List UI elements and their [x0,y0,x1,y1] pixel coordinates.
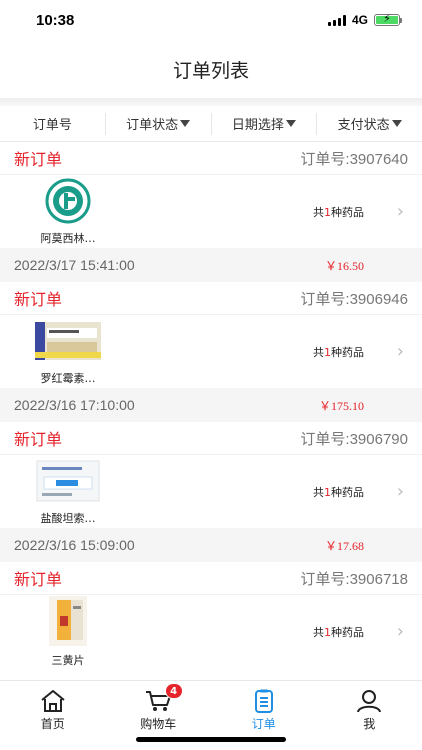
status-indicators: 4G ⚡ [327,12,402,27]
goods-item: 阿莫西林… [28,178,108,246]
order-status: 新订单 [14,570,63,589]
tab-label: 订单 [251,717,276,731]
status-bar: 10:38 4G ⚡ [0,0,422,40]
battery-icon: ⚡ [374,12,400,26]
order-header: 新订单 订单号:3906790 [0,422,422,454]
order-time: 2022/3/16 15:09:00 [14,537,135,553]
order-price: ￥175.10 [318,398,364,413]
dropdown-triangle-icon [391,120,402,127]
order-time: 2022/3/16 17:10:00 [14,397,135,413]
tab-me[interactable]: 我 [317,681,422,750]
product-name: 罗红霉素… [40,371,96,385]
home-indicator [136,737,286,742]
product-thumbnail [35,458,101,504]
order-number: 订单号:3906946 [300,290,408,308]
order-footer: 2022/3/17 15:41:00 ￥16.50 [0,248,422,282]
chevron-right-icon: › [396,200,404,222]
order-header: 新订单 订单号:3906946 [0,282,422,314]
order-item-row[interactable]: 盐酸坦索… 共1种药品 › [0,454,422,528]
order-number: 订单号:3907640 [300,150,408,168]
filter-date[interactable]: 日期选择 [212,112,318,135]
dropdown-triangle-icon [285,120,296,127]
order-footer: 2022/3/16 15:09:00 ￥17.68 [0,528,422,562]
tab-label: 首页 [40,717,65,731]
home-icon [41,690,65,712]
filter-bar: 订单号 订单状态 日期选择 支付状态 [0,106,422,142]
order-card[interactable]: 新订单 订单号:3907640 阿莫西林… 共1种药品 › 2022/3/17 … [0,142,422,282]
status-time: 10:38 [36,11,75,29]
item-count: 共1种药品 [313,485,364,499]
order-footer: 2022/3/16 17:10:00 ￥175.10 [0,388,422,422]
chevron-right-icon: › [396,340,404,362]
signal-icon [327,14,346,26]
product-thumbnail [35,318,101,364]
tab-label: 我 [363,717,376,731]
order-status: 新订单 [14,430,63,449]
order-card[interactable]: 新订单 订单号:3906718 三黄片 共1种药品 › [0,562,422,668]
goods-item: 罗红霉素… [28,318,108,386]
order-card[interactable]: 新订单 订单号:3906790 盐酸坦索… 共1种药品 › 2022/3/16 … [0,422,422,562]
filter-pay-status[interactable]: 支付状态 [317,113,422,135]
product-thumbnail [35,178,101,224]
cart-badge: 4 [164,683,183,699]
order-status: 新订单 [14,150,63,169]
product-name: 盐酸坦索… [40,511,96,525]
order-card[interactable]: 新订单 订单号:3906946 罗红霉素… 共1种药品 › 2022/3/16 … [0,282,422,422]
filter-label: 日期选择 [231,118,284,133]
tab-home[interactable]: 首页 [0,681,106,750]
order-status: 新订单 [14,290,63,309]
filter-order-status[interactable]: 订单状态 [106,112,212,135]
nav-bar: 订单列表 [0,40,422,98]
chevron-right-icon: › [396,480,404,502]
dropdown-triangle-icon [180,120,191,127]
nav-divider [0,98,422,106]
tab-label: 购物车 [140,717,177,731]
order-number: 订单号:3906790 [300,430,408,448]
order-time: 2022/3/17 15:41:00 [14,257,135,273]
person-icon [357,690,382,713]
order-list-icon [254,689,273,713]
chevron-right-icon: › [396,620,404,642]
goods-item: 盐酸坦索… [28,458,108,526]
order-header: 新订单 订单号:3907640 [0,142,422,174]
filter-label: 支付状态 [337,118,390,133]
order-item-row[interactable]: 三黄片 共1种药品 › [0,594,422,668]
filter-label: 订单号 [32,118,72,133]
filter-order-no[interactable]: 订单号 [0,112,106,135]
item-count: 共1种药品 [313,625,364,639]
order-price: ￥17.68 [324,538,364,553]
network-label: 4G [351,13,368,27]
order-item-row[interactable]: 阿莫西林… 共1种药品 › [0,174,422,248]
product-thumbnail [35,595,101,646]
order-price: ￥16.50 [324,258,364,273]
order-item-row[interactable]: 罗红霉素… 共1种药品 › [0,314,422,388]
item-count: 共1种药品 [313,205,364,219]
filter-label: 订单状态 [126,118,179,133]
product-name: 阿莫西林… [40,231,96,245]
goods-item: 三黄片 [28,595,108,668]
order-number: 订单号:3906718 [300,570,408,588]
order-header: 新订单 订单号:3906718 [0,562,422,594]
tab-bar: 首页 4 购物车 订单 我 [0,680,422,750]
product-name: 三黄片 [51,653,85,667]
item-count: 共1种药品 [313,345,364,359]
page-title: 订单列表 [172,59,249,82]
